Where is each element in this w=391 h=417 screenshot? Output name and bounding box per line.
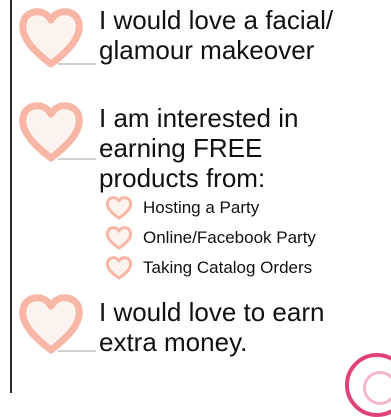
scribble-mark [58,63,96,65]
scribble-mark [58,350,96,352]
sub-option-online-party[interactable]: Online/Facebook Party [143,228,316,248]
option-text-line: products from: [99,163,266,193]
option-text-line: I am interested in [99,103,299,133]
heart-checkbox-icon[interactable] [104,225,134,251]
option-text-line: glamour makeover [99,35,315,65]
scribble-mark [58,158,96,160]
sub-option-hosting-party[interactable]: Hosting a Party [143,198,259,218]
sub-option-catalog-orders[interactable]: Taking Catalog Orders [143,258,312,278]
heart-checkbox-icon[interactable] [14,290,88,356]
heart-checkbox-icon[interactable] [14,4,88,70]
left-border-line [10,0,12,393]
option-text-line: earning FREE [99,133,263,163]
heart-checkbox-icon[interactable] [104,195,134,221]
heart-checkbox-icon[interactable] [14,98,88,164]
decorative-corner-inner [363,371,391,405]
option-text-line: extra money. [99,327,248,357]
heart-checkbox-icon[interactable] [104,255,134,281]
option-text-line: I would love to earn [99,297,325,327]
option-text-line: I would love a facial/ [99,5,334,35]
